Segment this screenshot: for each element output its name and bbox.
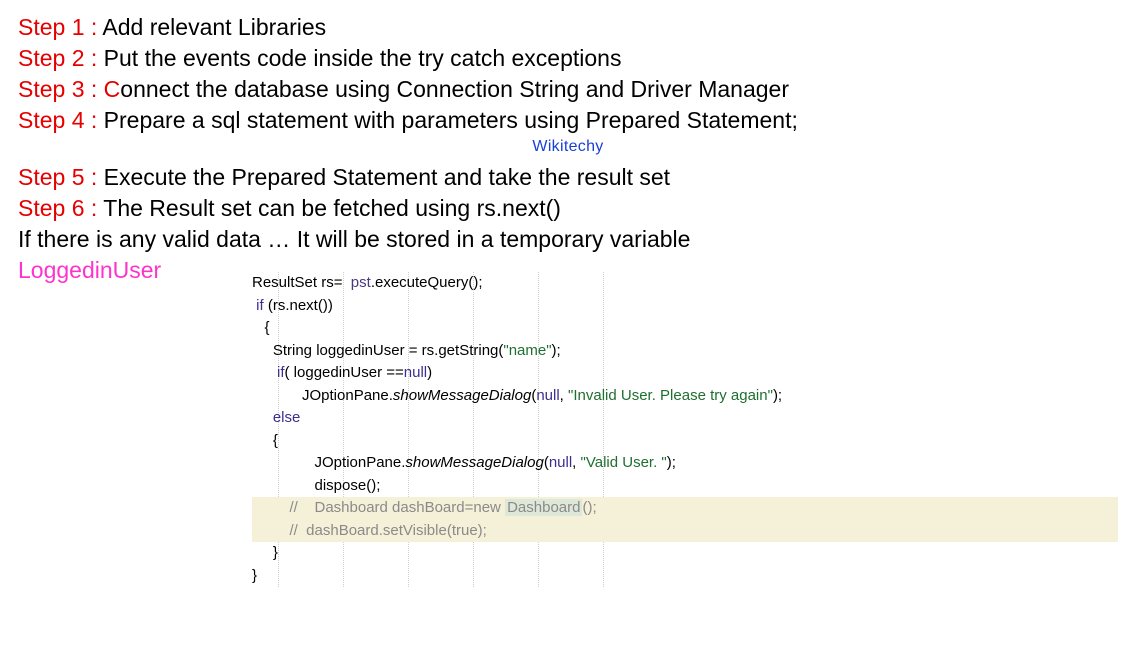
step-2: Step 2 : Put the events code inside the …: [18, 43, 1118, 74]
code-line: String loggedinUser = rs.getString("name…: [252, 340, 1118, 363]
code-block: ResultSet rs= pst.executeQuery(); if (rs…: [228, 272, 1118, 587]
step-5: Step 5 : Execute the Prepared Statement …: [18, 162, 1118, 193]
code-line: {: [252, 430, 1118, 453]
step-6-text: The Result set can be fetched using rs.n…: [103, 195, 561, 221]
code-line: dispose();: [252, 475, 1118, 498]
step-6-label: Step 6 :: [18, 195, 103, 221]
step-6: Step 6 : The Result set can be fetched u…: [18, 193, 1118, 224]
code-line: if (rs.next()): [252, 295, 1118, 318]
step-3-big-c: C: [104, 76, 121, 102]
step-2-label: Step 2 :: [18, 45, 104, 71]
code-line: else: [252, 407, 1118, 430]
code-line: {: [252, 317, 1118, 340]
code-line: if( loggedinUser ==null): [252, 362, 1118, 385]
step-5-text: Execute the Prepared Statement and take …: [104, 164, 670, 190]
code-line: ResultSet rs= pst.executeQuery();: [252, 272, 1118, 295]
step-5-label: Step 5 :: [18, 164, 104, 190]
steps-block: Step 1 : Add relevant Libraries Step 2 :…: [18, 12, 1118, 136]
code-line-highlighted: // dashBoard.setVisible(true);: [252, 520, 1118, 543]
code-line-highlighted: // Dashboard dashBoard=new Dashboard();: [252, 497, 1118, 520]
step-1-text: Add relevant Libraries: [102, 14, 326, 40]
code-line: }: [252, 565, 1118, 588]
step-4: Step 4 : Prepare a sql statement with pa…: [18, 105, 1118, 136]
step-1: Step 1 : Add relevant Libraries: [18, 12, 1118, 43]
step-4-text: Prepare a sql statement with parameters …: [104, 107, 798, 133]
code-line: JOptionPane.showMessageDialog(null, "Inv…: [252, 385, 1118, 408]
step-3-text: onnect the database using Connection Str…: [120, 76, 789, 102]
step-4-label: Step 4 :: [18, 107, 104, 133]
step-2-text: Put the events code inside the try catch…: [104, 45, 622, 71]
step-3: Step 3 : Connect the database using Conn…: [18, 74, 1118, 105]
steps-block-2: Step 5 : Execute the Prepared Statement …: [18, 162, 1118, 224]
step-1-label: Step 1 :: [18, 14, 102, 40]
code-line: }: [252, 542, 1118, 565]
code-line: JOptionPane.showMessageDialog(null, "Val…: [252, 452, 1118, 475]
step-3-label: Step 3 :: [18, 76, 104, 102]
watermark: Wikitechy: [18, 138, 1118, 156]
note-line: If there is any valid data … It will be …: [18, 224, 1118, 255]
